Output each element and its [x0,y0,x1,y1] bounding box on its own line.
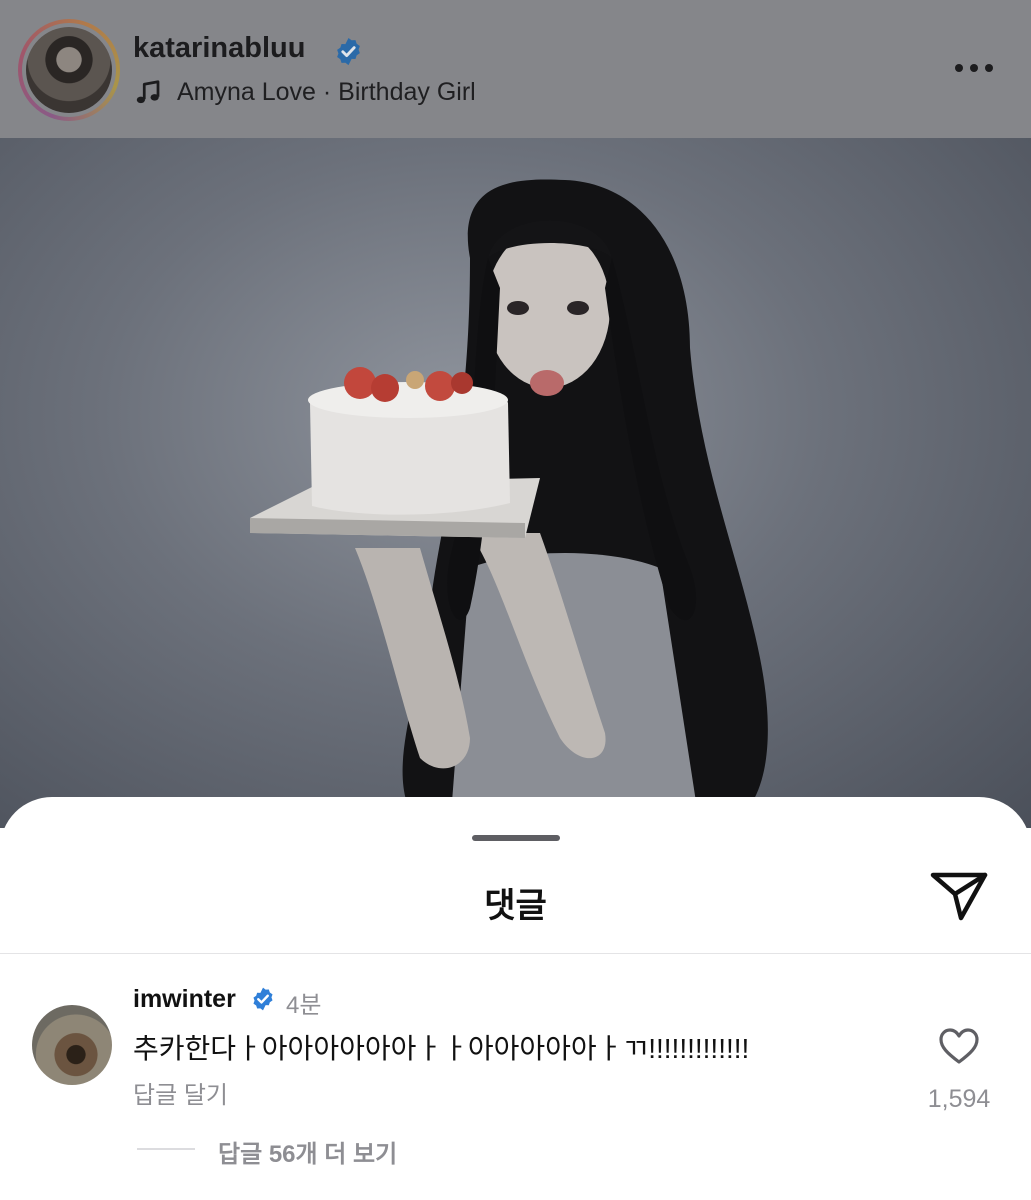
reply-button[interactable]: 답글 달기 [133,1075,228,1110]
post-author-username[interactable]: katarinabluu [133,32,305,65]
audio-track-label[interactable]: Amyna Love · Birthday Girl [177,78,476,107]
verified-badge-icon [337,37,360,66]
comment-timestamp: 4분 [286,992,322,1019]
verified-badge-icon [253,987,273,1011]
send-share-icon[interactable] [928,867,990,925]
post-photo[interactable] [0,138,1031,828]
view-more-replies-button[interactable]: 답글 56개 더 보기 [218,1134,397,1169]
comment-text: 추카한다ㅏ아아아아아아ㅏㅏ아아아아아ㅏㄲ!!!!!!!!!!!!! [133,1033,750,1064]
music-note-icon [136,80,160,104]
author-avatar[interactable] [26,27,112,113]
drag-handle[interactable] [472,835,560,841]
heart-icon[interactable] [937,1026,981,1066]
sheet-divider [0,953,1031,954]
like-count: 1,594 [927,1085,991,1113]
post-header: katarinabluu Amyna Love · Birthday Girl [0,0,1031,138]
photo-illustration [250,179,768,828]
comments-sheet: 댓글 imwinter 4분 추카한다ㅏ아아아아아아ㅏㅏ아아아아아ㅏㄲ!!!!!… [0,797,1031,1200]
comments-sheet-title: 댓글 [484,887,547,925]
commenter-username[interactable]: imwinter [133,985,236,1014]
commenter-avatar[interactable] [32,1005,112,1085]
more-options-icon[interactable] [950,58,998,78]
story-ring[interactable] [18,19,120,121]
replies-connector-line [137,1148,195,1150]
